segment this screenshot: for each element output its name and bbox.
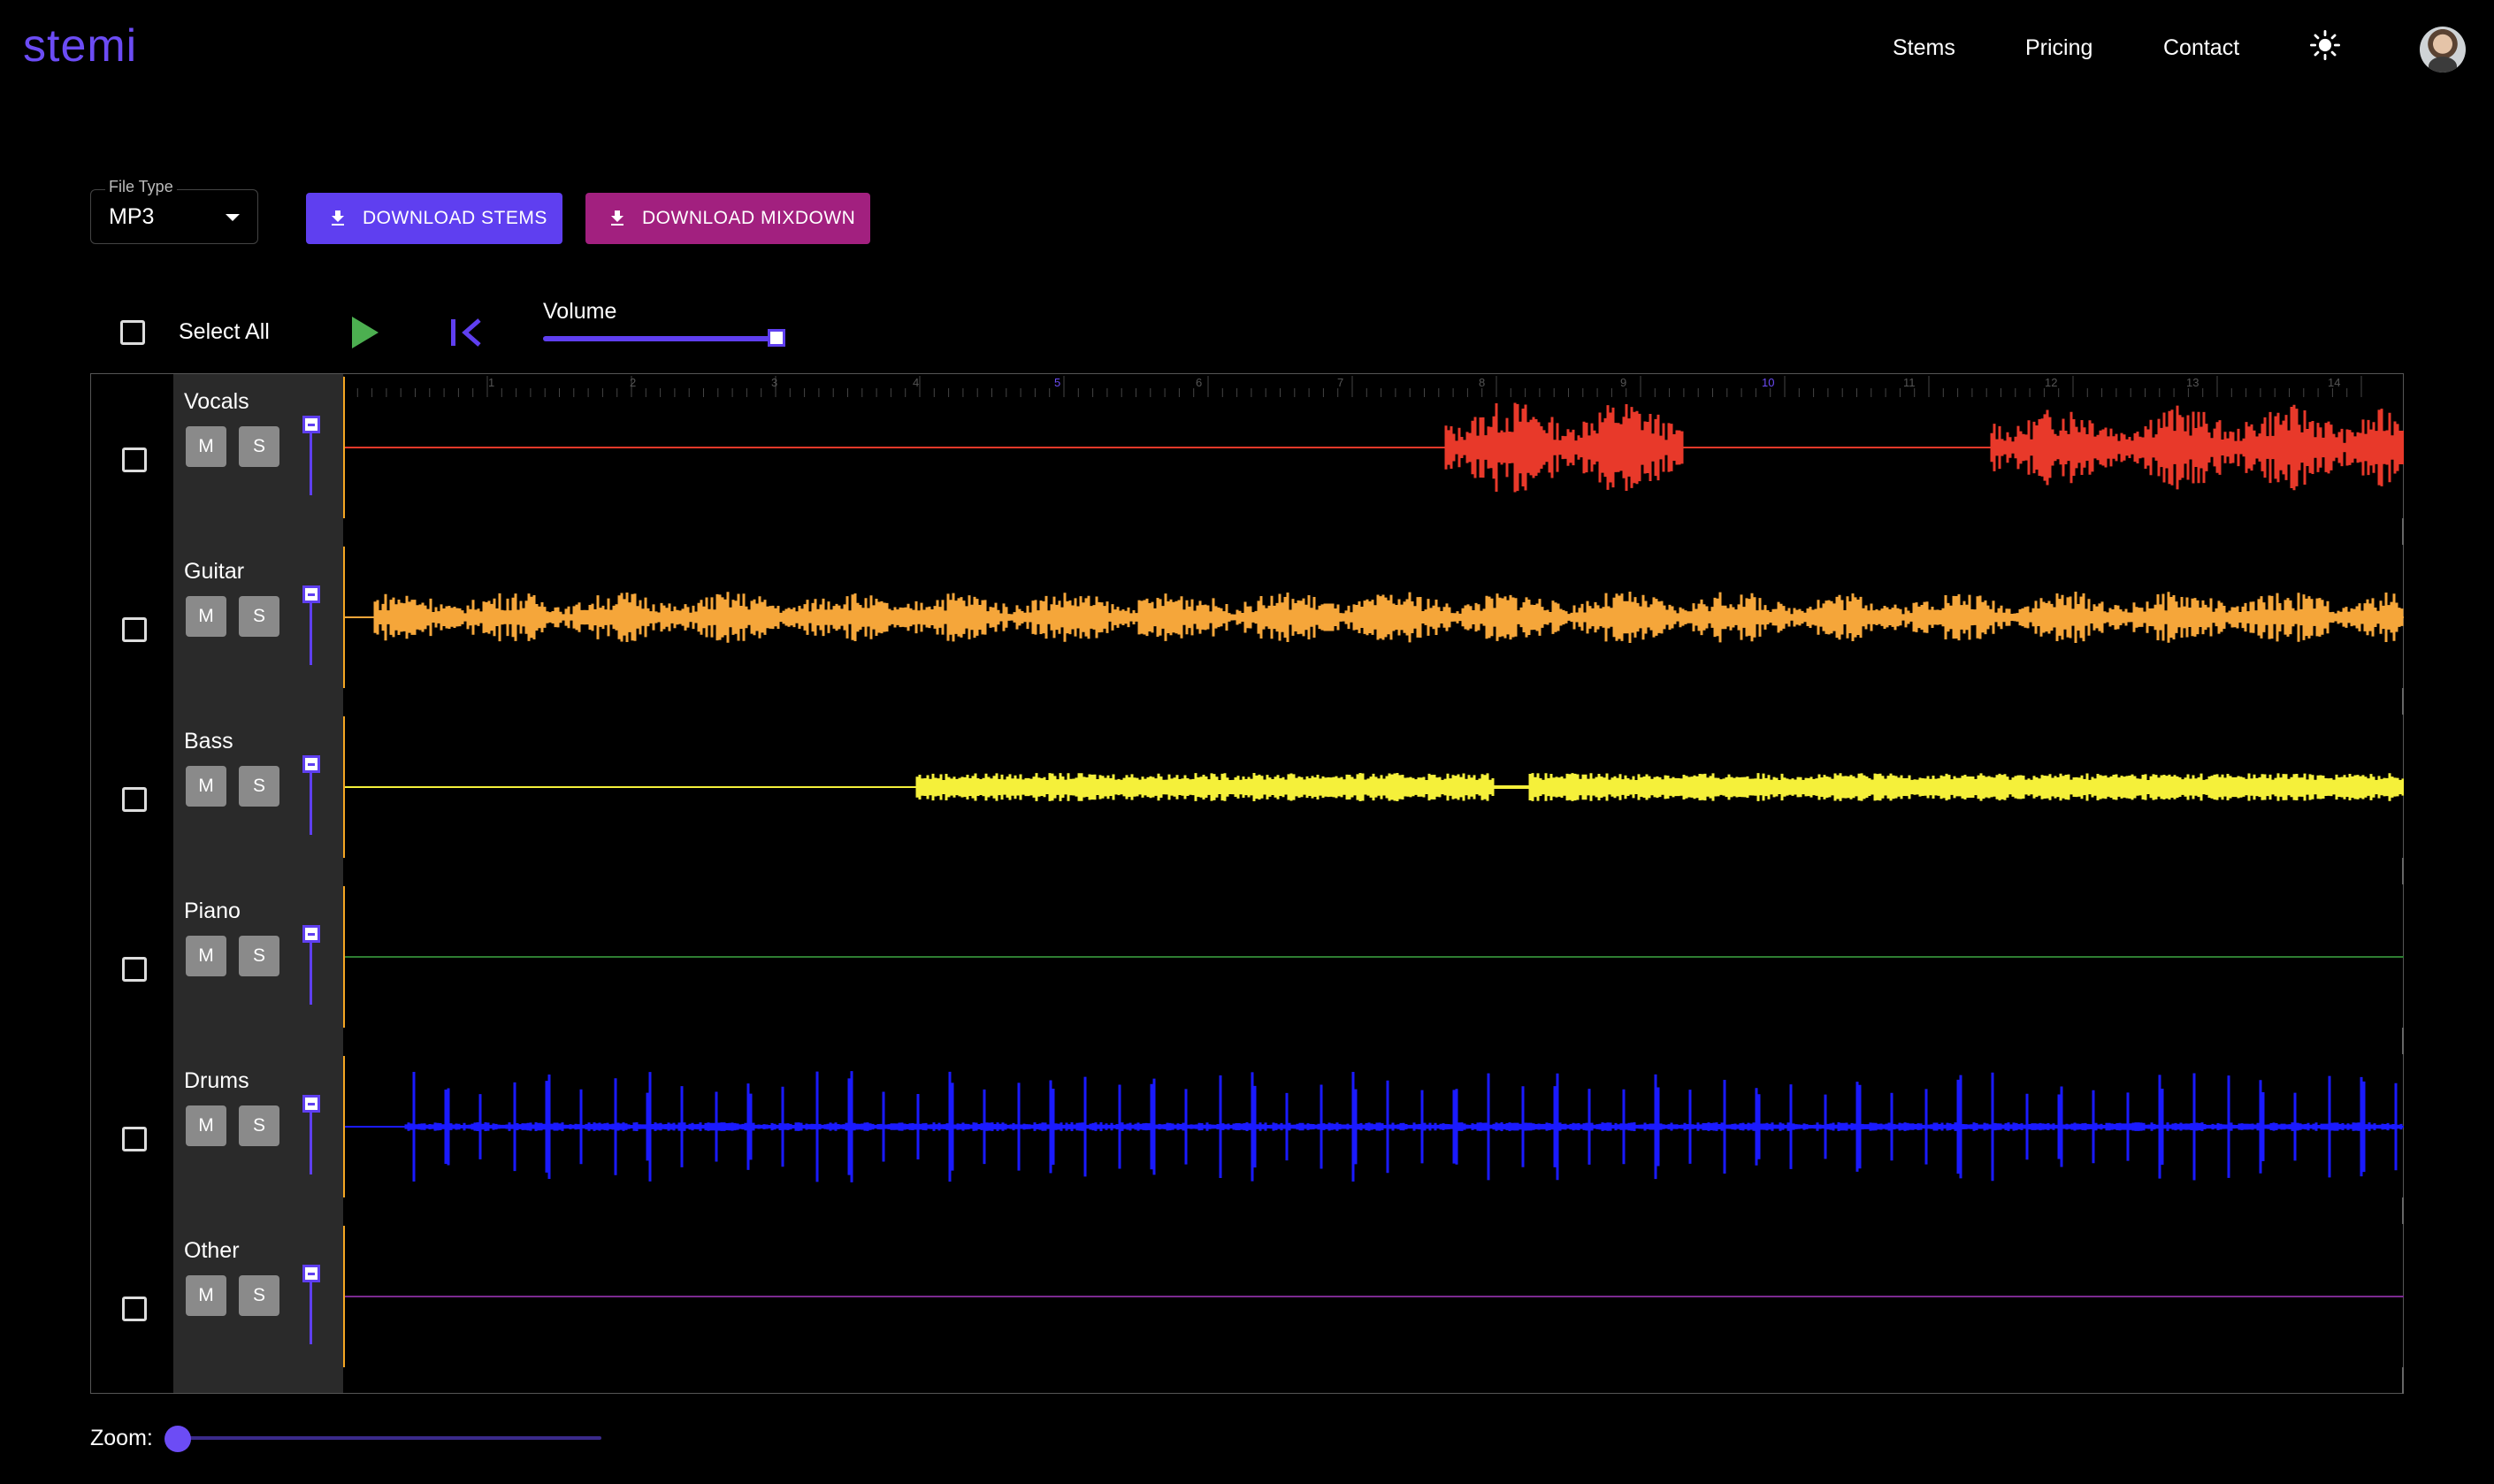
track-vocals: Vocals M S (0, 377, 2494, 545)
app-logo[interactable]: stemi (23, 19, 137, 73)
file-type-select[interactable]: File Type MP3 (90, 178, 258, 244)
track-end-marker (2402, 1197, 2404, 1224)
track-name: Drums (184, 1068, 249, 1093)
solo-button[interactable]: S (239, 596, 279, 637)
download-stems-button[interactable]: DOWNLOAD STEMS (306, 193, 562, 244)
track-name: Other (184, 1238, 240, 1263)
track-name: Vocals (184, 389, 249, 414)
file-type-label: File Type (105, 178, 177, 196)
track-bass: Bass M S (0, 716, 2494, 884)
user-avatar[interactable] (2420, 27, 2466, 73)
volume-label: Volume (543, 299, 617, 324)
waveform-bass[interactable] (345, 716, 2404, 858)
master-volume-thumb[interactable] (768, 329, 785, 347)
track-guitar: Guitar M S (0, 547, 2494, 715)
download-mixdown-button[interactable]: DOWNLOAD MIXDOWN (585, 193, 870, 244)
track-select-checkbox[interactable] (122, 957, 147, 982)
play-icon[interactable] (352, 317, 379, 348)
download-stems-label: DOWNLOAD STEMS (363, 208, 547, 228)
track-end-marker (2402, 688, 2404, 715)
mute-button[interactable]: M (186, 1275, 226, 1316)
solo-button[interactable]: S (239, 766, 279, 807)
track-name: Bass (184, 729, 233, 753)
nav-contact[interactable]: Contact (2163, 35, 2239, 61)
solo-button[interactable]: S (239, 1275, 279, 1316)
download-mixdown-label: DOWNLOAD MIXDOWN (642, 208, 856, 228)
solo-button[interactable]: S (239, 1105, 279, 1146)
nav-pricing[interactable]: Pricing (2025, 35, 2092, 61)
nav-stems[interactable]: Stems (1893, 35, 1955, 61)
track-volume-thumb[interactable] (302, 755, 320, 773)
track-select-checkbox[interactable] (122, 1297, 147, 1321)
track-select-checkbox[interactable] (122, 787, 147, 812)
waveform-piano[interactable] (345, 886, 2404, 1028)
mute-button[interactable]: M (186, 1105, 226, 1146)
track-name: Guitar (184, 559, 245, 584)
waveform-guitar[interactable] (345, 547, 2404, 688)
track-select-checkbox[interactable] (122, 617, 147, 642)
solo-button[interactable]: S (239, 426, 279, 467)
download-icon (611, 210, 624, 226)
track-volume-thumb[interactable] (302, 585, 320, 603)
select-all-label[interactable]: Select All (179, 319, 270, 345)
waveform-drums[interactable] (345, 1056, 2404, 1197)
track-name: Piano (184, 899, 241, 923)
track-other: Other M S (0, 1226, 2494, 1394)
master-volume-slider[interactable] (543, 336, 780, 341)
track-drums: Drums M S (0, 1056, 2494, 1224)
track-piano: Piano M S (0, 886, 2494, 1054)
skip-to-start-icon[interactable] (449, 317, 485, 348)
track-select-checkbox[interactable] (122, 447, 147, 472)
chevron-down-icon (226, 214, 240, 221)
waveform-other[interactable] (345, 1226, 2404, 1367)
sun-icon[interactable] (2310, 30, 2340, 60)
track-volume-thumb[interactable] (302, 1095, 320, 1113)
track-end-marker (2402, 1028, 2404, 1054)
track-volume-thumb[interactable] (302, 925, 320, 943)
solo-button[interactable]: S (239, 936, 279, 976)
waveform-vocals[interactable] (345, 377, 2404, 518)
mute-button[interactable]: M (186, 426, 226, 467)
zoom-slider-thumb[interactable] (164, 1426, 191, 1452)
mute-button[interactable]: M (186, 766, 226, 807)
track-select-checkbox[interactable] (122, 1127, 147, 1151)
download-icon (332, 210, 344, 226)
mute-button[interactable]: M (186, 936, 226, 976)
track-end-marker (2402, 1367, 2404, 1394)
mute-button[interactable]: M (186, 596, 226, 637)
select-all-checkbox[interactable] (120, 320, 145, 345)
track-end-marker (2402, 858, 2404, 884)
zoom-slider[interactable] (177, 1436, 601, 1440)
file-type-value: MP3 (109, 204, 155, 229)
track-end-marker (2402, 518, 2404, 545)
zoom-label: Zoom: (90, 1426, 153, 1450)
track-volume-thumb[interactable] (302, 1265, 320, 1282)
track-volume-thumb[interactable] (302, 416, 320, 433)
